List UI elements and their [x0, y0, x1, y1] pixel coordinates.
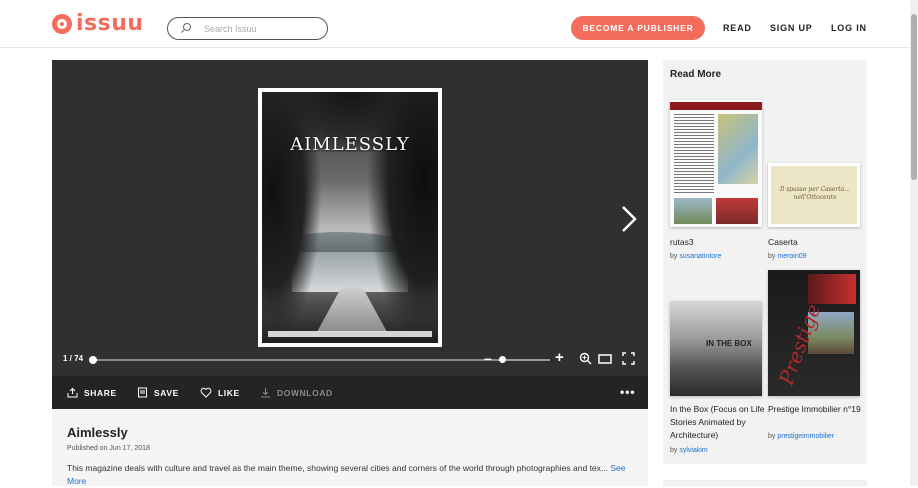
issuu-logo[interactable]: issuu — [52, 11, 144, 36]
sidebar-next-section — [663, 480, 867, 486]
chevron-right-icon[interactable] — [619, 205, 639, 233]
document-reader[interactable]: AIMLESSLY 1 / 74 – + — [52, 60, 648, 408]
heart-icon — [200, 387, 212, 398]
share-label: SHARE — [84, 387, 117, 398]
card-thumbnail-in-the-box[interactable]: IN THE BOX — [670, 301, 762, 396]
zoom-knob[interactable] — [499, 356, 506, 363]
card-thumbnail-prestige[interactable]: Prestige — [768, 270, 860, 396]
card-title-in-the-box[interactable]: In the Box (Focus on Life Stories Animat… — [670, 403, 765, 442]
action-bar: SHARE SAVE LIKE DOWNLOAD ••• — [52, 376, 648, 409]
scrollbar-thumb[interactable] — [911, 14, 917, 180]
nav-log-in[interactable]: LOG IN — [831, 23, 867, 33]
more-options-icon[interactable]: ••• — [620, 385, 636, 399]
card-author-in-the-box: by sylviakim — [670, 447, 708, 454]
search-icon — [180, 22, 194, 36]
card-thumbnail-caserta[interactable]: Il spasso per Caserta... nell'Ottocento — [768, 163, 860, 227]
zoom-magnifier-icon[interactable] — [579, 352, 592, 370]
like-button[interactable]: LIKE — [200, 387, 240, 398]
save-label: SAVE — [154, 387, 179, 398]
zoom-slider[interactable] — [498, 356, 550, 363]
description-text: This magazine deals with culture and tra… — [67, 463, 608, 473]
save-icon — [138, 387, 147, 398]
single-page-icon[interactable] — [598, 352, 612, 370]
nav-read[interactable]: READ — [723, 23, 752, 33]
cover-title: AIMLESSLY — [290, 134, 410, 155]
page-scrollbar[interactable] — [910, 0, 918, 486]
card-thumbnail-rutas3[interactable] — [670, 100, 762, 227]
download-icon — [261, 388, 270, 398]
like-label: LIKE — [218, 387, 240, 398]
save-button[interactable]: SAVE — [137, 387, 179, 398]
cover-image: AIMLESSLY — [262, 92, 438, 343]
fullscreen-icon[interactable] — [622, 352, 635, 370]
read-more-sidebar: Read More rutas3 by susanatintore Il spa… — [663, 60, 867, 464]
page-progress-slider[interactable] — [89, 356, 526, 364]
published-date: Published on Jun 17, 2018 — [67, 445, 150, 452]
card-author-prestige: by prestigeimmobilier — [768, 433, 835, 440]
progress-knob[interactable] — [89, 356, 97, 364]
download-label: DOWNLOAD — [277, 387, 333, 398]
document-description: This magazine deals with culture and tra… — [67, 462, 627, 488]
document-cover[interactable]: AIMLESSLY — [258, 88, 442, 347]
document-title: Aimlessly — [67, 425, 128, 440]
minus-icon[interactable]: – — [484, 350, 492, 366]
download-button[interactable]: DOWNLOAD — [260, 387, 333, 398]
become-publisher-button[interactable]: BECOME A PUBLISHER — [571, 16, 705, 40]
card-title-prestige[interactable]: Prestige Immobilier n°19 — [768, 403, 863, 416]
share-button[interactable]: SHARE — [67, 387, 117, 398]
sidebar-title: Read More — [670, 69, 722, 80]
search-input[interactable] — [204, 23, 314, 34]
share-icon — [67, 387, 78, 398]
issuu-logo-icon — [52, 14, 72, 34]
nav-sign-up[interactable]: SIGN UP — [770, 23, 813, 33]
reader-controls: 1 / 74 – + — [52, 348, 648, 372]
search-box[interactable] — [167, 17, 328, 40]
author-link[interactable]: meroin09 — [777, 253, 806, 260]
plus-icon[interactable]: + — [555, 349, 564, 366]
author-link[interactable]: sylviakim — [679, 447, 707, 454]
author-link[interactable]: prestigeimmobilier — [777, 433, 834, 440]
author-link[interactable]: susanatintore — [679, 253, 721, 260]
document-info: Aimlessly Published on Jun 17, 2018 This… — [52, 409, 648, 486]
page-indicator: 1 / 74 — [63, 354, 84, 363]
top-header: issuu BECOME A PUBLISHER READ SIGN UP LO… — [0, 0, 910, 48]
card-title-rutas3[interactable]: rutas3 — [670, 236, 765, 249]
card-title-caserta[interactable]: Caserta — [768, 236, 863, 249]
card-author-rutas3: by susanatintore — [670, 253, 722, 260]
card-author-caserta: by meroin09 — [768, 253, 807, 260]
logo-text: issuu — [76, 11, 144, 36]
